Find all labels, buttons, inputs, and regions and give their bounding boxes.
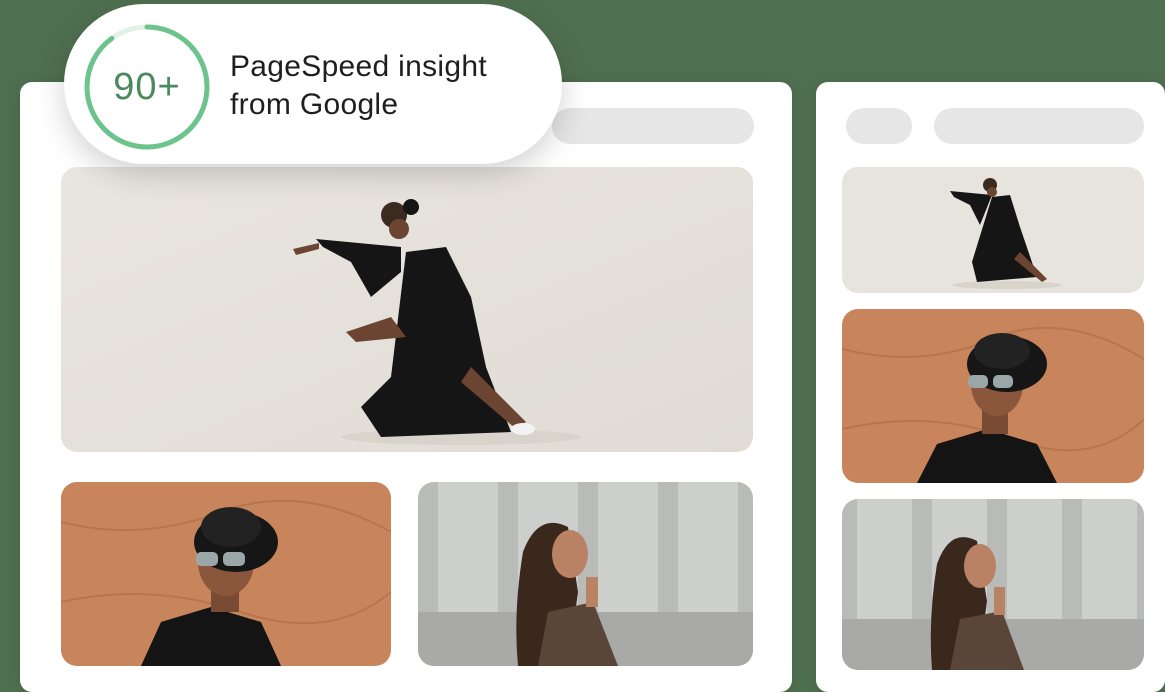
desktop-address-bar [552, 108, 754, 144]
dancer-image [842, 167, 1144, 293]
man-image [61, 482, 391, 666]
woman-image [842, 499, 1144, 670]
badge-caption: PageSpeed insight from Google [230, 48, 487, 124]
desktop-mockup [20, 82, 792, 692]
woman-image [418, 482, 753, 666]
score-value: 90+ [113, 65, 181, 108]
man-image [842, 309, 1144, 483]
badge-caption-line2: from Google [230, 88, 399, 121]
desktop-hero-image [61, 167, 753, 452]
mobile-address-bar [934, 108, 1144, 144]
mobile-image-woman [842, 499, 1144, 670]
mobile-menu-pill [846, 108, 912, 144]
dancer-image [61, 167, 753, 452]
desktop-image-man [61, 482, 391, 666]
mobile-image-man [842, 309, 1144, 483]
badge-caption-line1: PageSpeed insight [230, 50, 487, 83]
mobile-image-dancer [842, 167, 1144, 293]
mobile-mockup [816, 82, 1165, 692]
desktop-image-woman [418, 482, 753, 666]
pagespeed-badge: 90+ PageSpeed insight from Google [64, 4, 562, 164]
